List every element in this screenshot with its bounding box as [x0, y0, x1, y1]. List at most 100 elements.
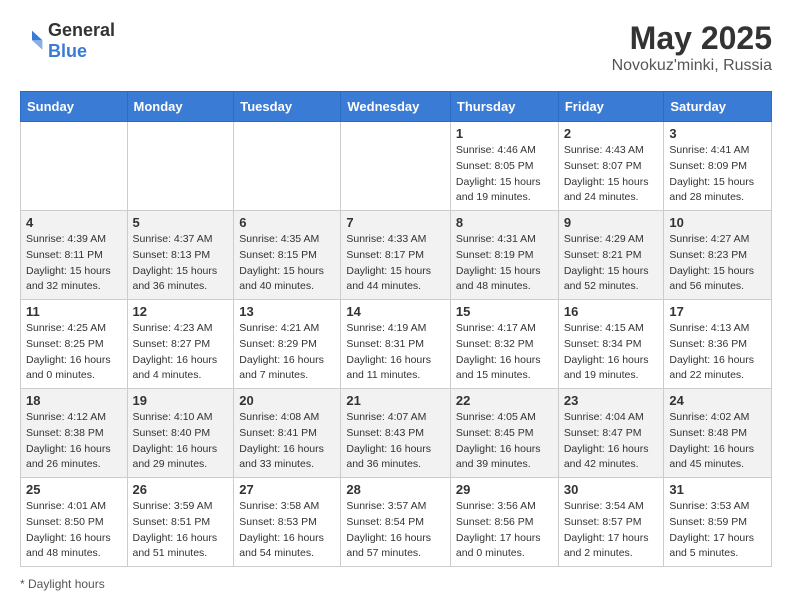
day-number: 15: [456, 304, 553, 319]
day-number: 27: [239, 482, 335, 497]
day-number: 3: [669, 126, 766, 141]
calendar-cell: 29 Sunrise: 3:56 AMSunset: 8:56 PMDayligh…: [450, 478, 558, 567]
calendar-cell: 19Sunrise: 4:10 AMSunset: 8:40 PMDayligh…: [127, 389, 234, 478]
calendar-cell: 2 Sunrise: 4:43 AMSunset: 8:07 PMDaylight…: [558, 122, 664, 211]
day-info: Sunrise: 4:21 AMSunset: 8:29 PMDaylight:…: [239, 321, 335, 384]
day-info: Sunrise: 3:56 AMSunset: 8:56 PMDaylight:…: [456, 499, 553, 562]
day-number: 24: [669, 393, 766, 408]
calendar-cell: 7 Sunrise: 4:33 AMSunset: 8:17 PMDaylight…: [341, 211, 451, 300]
calendar-cell: 20 Sunrise: 4:08 AMSunset: 8:41 PMDayligh…: [234, 389, 341, 478]
day-info: Sunrise: 4:43 AMSunset: 8:07 PMDaylight:…: [564, 143, 659, 206]
header: General Blue May 2025 Novokuz'minki, Rus…: [20, 20, 772, 75]
day-info: Sunrise: 4:19 AMSunset: 8:31 PMDaylight:…: [346, 321, 445, 384]
day-info: Sunrise: 4:25 AMSunset: 8:25 PMDaylight:…: [26, 321, 122, 384]
day-number: 13: [239, 304, 335, 319]
footer-note: * Daylight hours: [20, 577, 772, 591]
calendar-cell: 1 Sunrise: 4:46 AMSunset: 8:05 PMDaylight…: [450, 122, 558, 211]
week-row-1: 4 Sunrise: 4:39 AMSunset: 8:11 PMDaylight…: [21, 211, 772, 300]
day-info: Sunrise: 4:07 AMSunset: 8:43 PMDaylight:…: [346, 410, 445, 473]
calendar-cell: 18 Sunrise: 4:12 AMSunset: 8:38 PMDayligh…: [21, 389, 128, 478]
day-header-thursday: Thursday: [450, 92, 558, 122]
day-number: 22: [456, 393, 553, 408]
day-info: Sunrise: 4:02 AMSunset: 8:48 PMDaylight:…: [669, 410, 766, 473]
calendar-cell: 22 Sunrise: 4:05 AMSunset: 8:45 PMDayligh…: [450, 389, 558, 478]
calendar-cell: 15 Sunrise: 4:17 AMSunset: 8:32 PMDayligh…: [450, 300, 558, 389]
day-number: 7: [346, 215, 445, 230]
day-info: Sunrise: 3:58 AMSunset: 8:53 PMDaylight:…: [239, 499, 335, 562]
calendar-cell: 3 Sunrise: 4:41 AMSunset: 8:09 PMDaylight…: [664, 122, 772, 211]
day-number: 12: [133, 304, 229, 319]
calendar-cell: 16 Sunrise: 4:15 AMSunset: 8:34 PMDayligh…: [558, 300, 664, 389]
day-info: Sunrise: 4:31 AMSunset: 8:19 PMDaylight:…: [456, 232, 553, 295]
day-info: Sunrise: 4:15 AMSunset: 8:34 PMDaylight:…: [564, 321, 659, 384]
day-number: 11: [26, 304, 122, 319]
day-header-tuesday: Tuesday: [234, 92, 341, 122]
logo-general: General: [48, 20, 115, 40]
day-info: Sunrise: 4:35 AMSunset: 8:15 PMDaylight:…: [239, 232, 335, 295]
day-header-wednesday: Wednesday: [341, 92, 451, 122]
day-info: Sunrise: 4:23 AMSunset: 8:27 PMDaylight:…: [133, 321, 229, 384]
day-number: 21: [346, 393, 445, 408]
day-number: 28: [346, 482, 445, 497]
calendar-cell: [21, 122, 128, 211]
day-number: 5: [133, 215, 229, 230]
calendar-cell: 10 Sunrise: 4:27 AMSunset: 8:23 PMDayligh…: [664, 211, 772, 300]
week-row-0: 1 Sunrise: 4:46 AMSunset: 8:05 PMDaylight…: [21, 122, 772, 211]
calendar-cell: 26 Sunrise: 3:59 AMSunset: 8:51 PMDayligh…: [127, 478, 234, 567]
day-number: 17: [669, 304, 766, 319]
day-header-saturday: Saturday: [664, 92, 772, 122]
week-row-3: 18 Sunrise: 4:12 AMSunset: 8:38 PMDayligh…: [21, 389, 772, 478]
day-info: Sunrise: 4:37 AMSunset: 8:13 PMDaylight:…: [133, 232, 229, 295]
day-number: 26: [133, 482, 229, 497]
day-info: Sunrise: 4:33 AMSunset: 8:17 PMDaylight:…: [346, 232, 445, 295]
calendar-cell: 4 Sunrise: 4:39 AMSunset: 8:11 PMDaylight…: [21, 211, 128, 300]
calendar-cell: [341, 122, 451, 211]
day-info: Sunrise: 4:46 AMSunset: 8:05 PMDaylight:…: [456, 143, 553, 206]
day-info: Sunrise: 4:13 AMSunset: 8:36 PMDaylight:…: [669, 321, 766, 384]
calendar-cell: 11 Sunrise: 4:25 AMSunset: 8:25 PMDayligh…: [21, 300, 128, 389]
day-number: 18: [26, 393, 122, 408]
calendar-cell: 5 Sunrise: 4:37 AMSunset: 8:13 PMDaylight…: [127, 211, 234, 300]
calendar-cell: 13 Sunrise: 4:21 AMSunset: 8:29 PMDayligh…: [234, 300, 341, 389]
day-info: Sunrise: 4:41 AMSunset: 8:09 PMDaylight:…: [669, 143, 766, 206]
day-number: 8: [456, 215, 553, 230]
day-info: Sunrise: 4:17 AMSunset: 8:32 PMDaylight:…: [456, 321, 553, 384]
day-info: Sunrise: 3:59 AMSunset: 8:51 PMDaylight:…: [133, 499, 229, 562]
calendar-cell: 12 Sunrise: 4:23 AMSunset: 8:27 PMDayligh…: [127, 300, 234, 389]
day-info: Sunrise: 4:12 AMSunset: 8:38 PMDaylight:…: [26, 410, 122, 473]
calendar-cell: 30Sunrise: 3:54 AMSunset: 8:57 PMDayligh…: [558, 478, 664, 567]
day-number: 16: [564, 304, 659, 319]
calendar-cell: 23Sunrise: 4:04 AMSunset: 8:47 PMDayligh…: [558, 389, 664, 478]
day-number: 4: [26, 215, 122, 230]
calendar-table: SundayMondayTuesdayWednesdayThursdayFrid…: [20, 91, 772, 567]
days-header-row: SundayMondayTuesdayWednesdayThursdayFrid…: [21, 92, 772, 122]
day-number: 14: [346, 304, 445, 319]
calendar-cell: 24 Sunrise: 4:02 AMSunset: 8:48 PMDayligh…: [664, 389, 772, 478]
day-number: 25: [26, 482, 122, 497]
day-info: Sunrise: 4:01 AMSunset: 8:50 PMDaylight:…: [26, 499, 122, 562]
calendar-cell: 9Sunrise: 4:29 AMSunset: 8:21 PMDaylight…: [558, 211, 664, 300]
day-info: Sunrise: 3:57 AMSunset: 8:54 PMDaylight:…: [346, 499, 445, 562]
calendar-cell: 6Sunrise: 4:35 AMSunset: 8:15 PMDaylight…: [234, 211, 341, 300]
day-number: 2: [564, 126, 659, 141]
day-number: 20: [239, 393, 335, 408]
day-number: 29: [456, 482, 553, 497]
day-header-sunday: Sunday: [21, 92, 128, 122]
logo: General Blue: [20, 20, 115, 62]
calendar-cell: 25 Sunrise: 4:01 AMSunset: 8:50 PMDayligh…: [21, 478, 128, 567]
day-info: Sunrise: 4:39 AMSunset: 8:11 PMDaylight:…: [26, 232, 122, 295]
day-info: Sunrise: 3:54 AMSunset: 8:57 PMDaylight:…: [564, 499, 659, 562]
day-number: 23: [564, 393, 659, 408]
day-info: Sunrise: 4:05 AMSunset: 8:45 PMDaylight:…: [456, 410, 553, 473]
day-info: Sunrise: 4:27 AMSunset: 8:23 PMDaylight:…: [669, 232, 766, 295]
calendar-cell: 21 Sunrise: 4:07 AMSunset: 8:43 PMDayligh…: [341, 389, 451, 478]
calendar-cell: 28 Sunrise: 3:57 AMSunset: 8:54 PMDayligh…: [341, 478, 451, 567]
calendar-cell: 31Sunrise: 3:53 AMSunset: 8:59 PMDayligh…: [664, 478, 772, 567]
day-number: 10: [669, 215, 766, 230]
day-info: Sunrise: 4:08 AMSunset: 8:41 PMDaylight:…: [239, 410, 335, 473]
footer-note-text: Daylight hours: [28, 577, 105, 591]
day-number: 9: [564, 215, 659, 230]
calendar-cell: [234, 122, 341, 211]
day-number: 31: [669, 482, 766, 497]
day-number: 1: [456, 126, 553, 141]
